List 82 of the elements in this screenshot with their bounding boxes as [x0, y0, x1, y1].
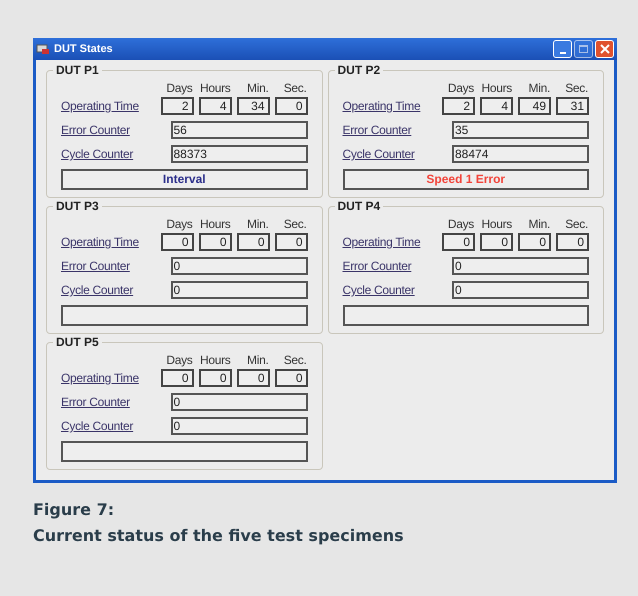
time-field[interactable]: 34	[236, 97, 270, 115]
figure-label: Figure 7:	[33, 499, 116, 521]
field-label: Operating Time	[61, 370, 139, 387]
time-field[interactable]: 0	[160, 233, 194, 251]
counter-field[interactable]: 0	[452, 281, 589, 299]
time-field[interactable]: 0	[556, 233, 589, 251]
maximize-button[interactable]	[574, 40, 593, 58]
counter-field[interactable]: 56	[170, 121, 308, 139]
field-label: Cycle Counter	[61, 282, 134, 299]
time-field[interactable]: 2	[442, 97, 475, 115]
unit-label: Min.	[246, 81, 268, 95]
field-label: Operating Time	[342, 234, 420, 251]
field-label: Cycle Counter	[61, 418, 134, 435]
counter-field[interactable]: 0	[170, 417, 308, 435]
unit-label: Days	[165, 217, 192, 231]
group-title: DUT P4	[334, 199, 384, 213]
field-label: Error Counter	[61, 394, 130, 411]
unit-label: Hours	[480, 81, 512, 95]
unit-label: Hours	[198, 81, 230, 95]
time-field[interactable]: 0	[480, 233, 513, 251]
field-label: Error Counter	[61, 122, 130, 139]
time-field[interactable]: 0	[274, 233, 308, 251]
unit-label: Days	[165, 353, 192, 367]
field-label: Operating Time	[342, 98, 420, 115]
field-label: Cycle Counter	[61, 146, 134, 163]
field-label: Error Counter	[342, 258, 412, 275]
field-label: Cycle Counter	[342, 282, 415, 299]
group-title: DUT P5	[53, 335, 102, 349]
time-field[interactable]: 0	[236, 233, 270, 251]
app-icon	[36, 43, 50, 55]
time-field[interactable]: 0	[274, 369, 308, 387]
field-label: Cycle Counter	[342, 146, 415, 163]
counter-field[interactable]: 0	[170, 281, 308, 299]
figure-caption: Current status of the five test specimens	[33, 525, 405, 547]
window-title: DUT States	[54, 42, 113, 57]
time-field[interactable]: 2	[160, 97, 194, 115]
unit-label: Sec.	[282, 217, 306, 231]
unit-label: Sec.	[564, 81, 588, 95]
unit-label: Sec.	[282, 81, 306, 95]
unit-label: Min.	[246, 217, 268, 231]
counter-field[interactable]: 0	[170, 393, 308, 411]
status-bar: Interval	[61, 169, 308, 190]
unit-label: Min.	[528, 81, 550, 95]
counter-field[interactable]: 88474	[452, 145, 589, 163]
close-button[interactable]	[595, 40, 614, 58]
counter-field[interactable]: 35	[452, 121, 589, 139]
counter-field[interactable]: 88373	[170, 145, 308, 163]
unit-label: Hours	[198, 353, 230, 367]
field-label: Operating Time	[61, 234, 139, 251]
group-title: DUT P2	[334, 63, 384, 77]
field-label: Error Counter	[61, 258, 130, 275]
unit-label: Min.	[528, 217, 550, 231]
field-label: Error Counter	[342, 122, 412, 139]
unit-label: Sec.	[282, 353, 306, 367]
counter-field[interactable]: 0	[452, 257, 589, 275]
unit-label: Hours	[480, 217, 512, 231]
time-field[interactable]: 0	[274, 97, 308, 115]
unit-label: Min.	[246, 353, 268, 367]
maximize-icon	[579, 45, 588, 53]
status-bar: Speed 1 Error	[342, 169, 589, 190]
time-field[interactable]: 4	[480, 97, 513, 115]
time-field[interactable]: 49	[518, 97, 551, 115]
time-field[interactable]: 31	[556, 97, 589, 115]
group-title: DUT P1	[53, 63, 102, 77]
minimize-button[interactable]	[553, 40, 572, 58]
field-label: Operating Time	[61, 98, 139, 115]
unit-label: Sec.	[564, 217, 588, 231]
time-field[interactable]: 0	[198, 369, 232, 387]
time-field[interactable]: 0	[518, 233, 551, 251]
time-field[interactable]: 0	[236, 369, 270, 387]
unit-label: Days	[165, 81, 192, 95]
time-field[interactable]: 0	[160, 369, 194, 387]
time-field[interactable]: 0	[198, 233, 232, 251]
unit-label: Hours	[198, 217, 230, 231]
time-field[interactable]: 0	[442, 233, 475, 251]
time-field[interactable]: 4	[198, 97, 232, 115]
unit-label: Days	[446, 217, 474, 231]
group-title: DUT P3	[53, 199, 102, 213]
close-icon	[600, 44, 610, 54]
unit-label: Days	[446, 81, 474, 95]
counter-field[interactable]: 0	[170, 257, 308, 275]
minimize-icon	[560, 52, 566, 54]
